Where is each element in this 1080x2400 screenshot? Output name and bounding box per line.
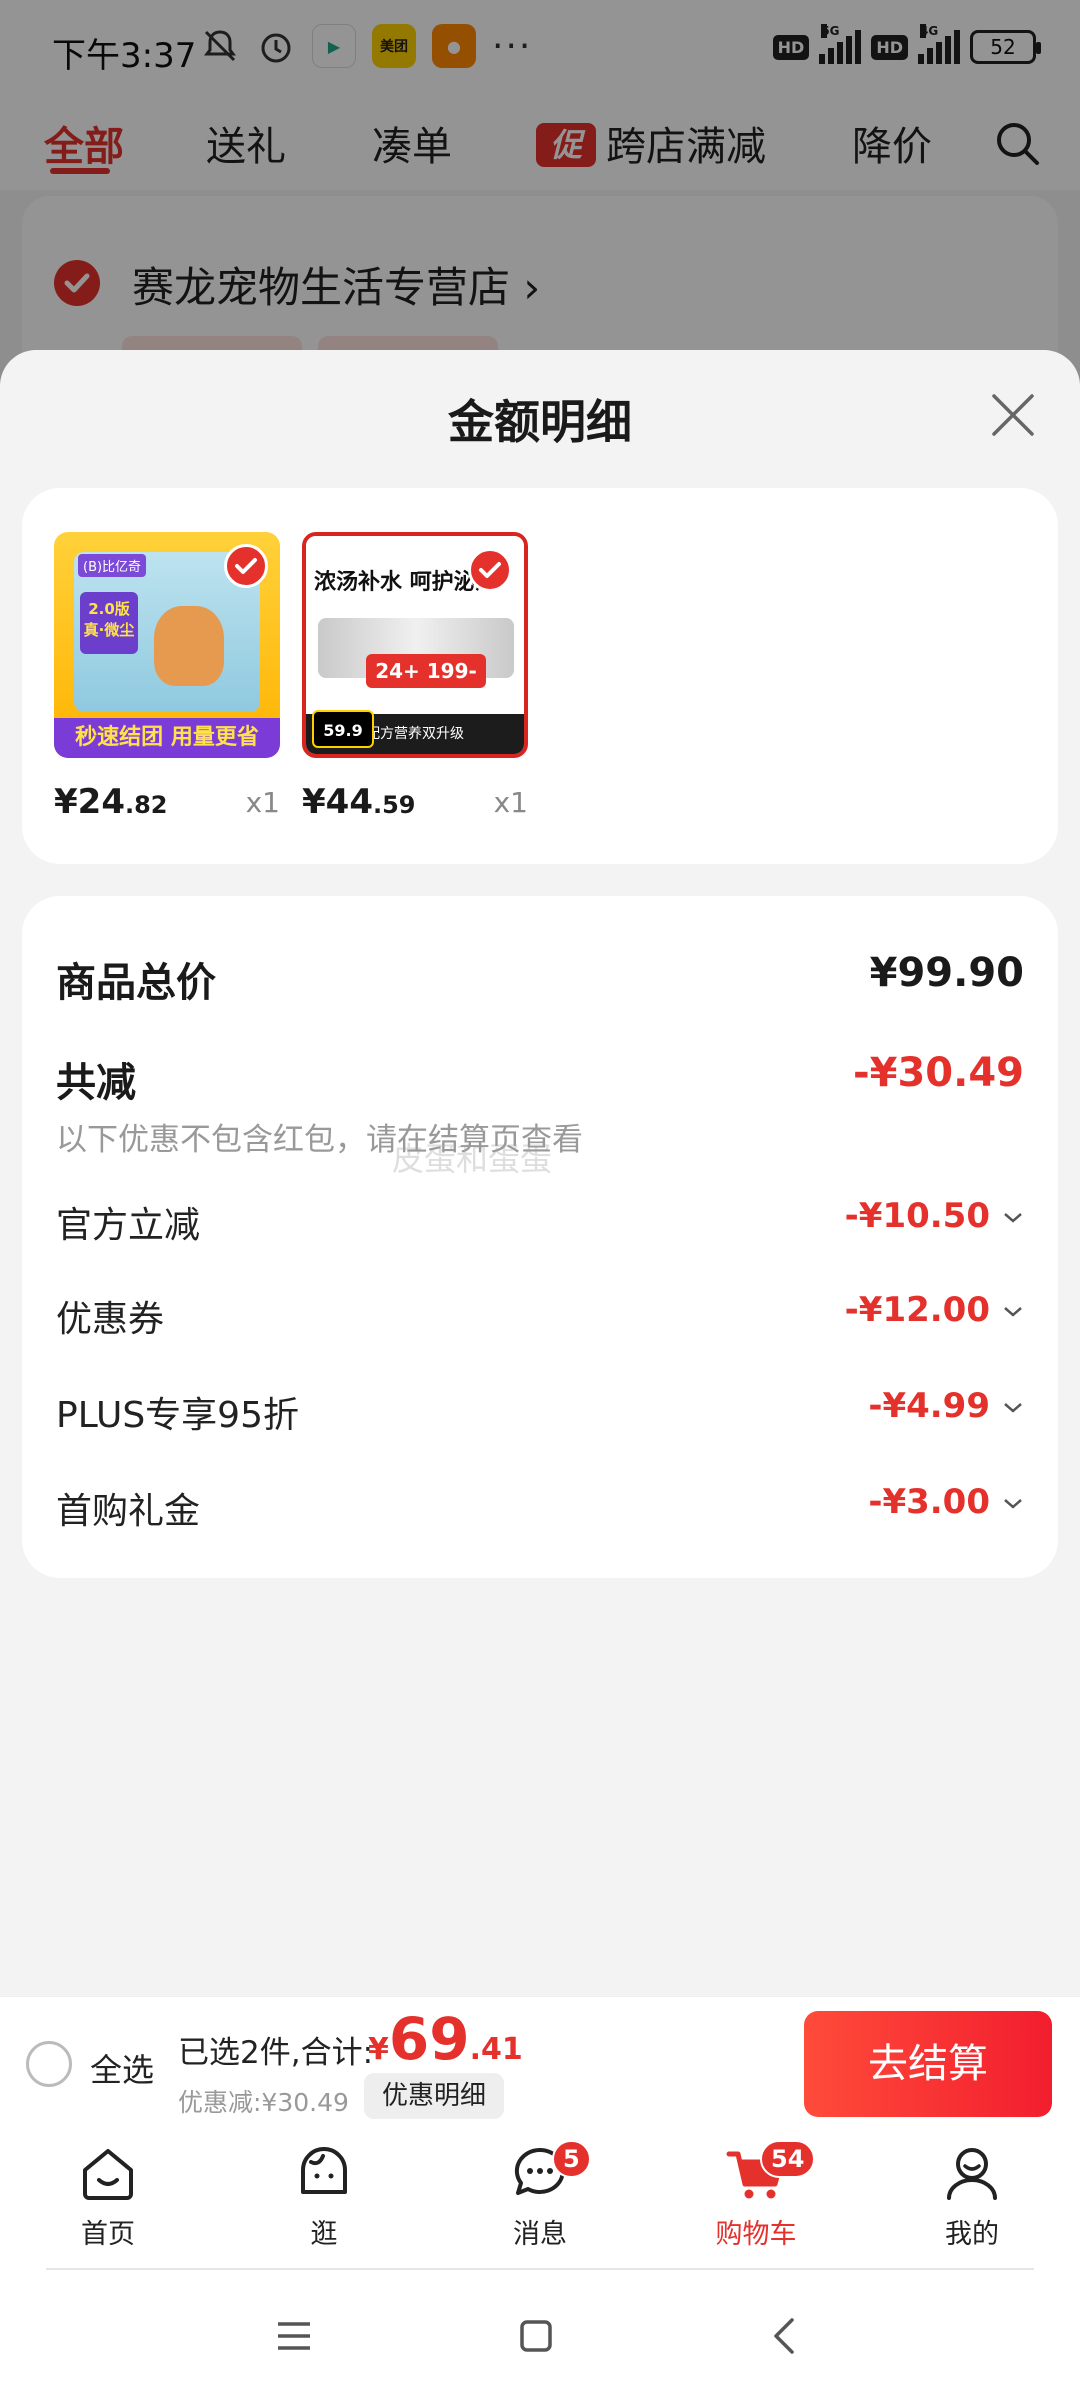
tab-label: 我的 [945, 2219, 999, 2250]
product-item[interactable]: (B)比亿奇 2.0版 真·微尘 秒速结团 用量更省 ¥24.82 x1 [54, 532, 280, 822]
total-decimal: .41 [469, 2032, 523, 2067]
check-icon [479, 562, 501, 578]
price-main: ¥24 [54, 782, 125, 822]
product-item[interactable]: 浓汤补水 呵护泌尿 24+ 199-20 配方营养双升级 59.9 ¥44.59… [302, 532, 528, 822]
brand-label: (B)比亿奇 [78, 554, 147, 577]
discount-row-official[interactable]: 官方立减 -¥10.50 [56, 1190, 1024, 1250]
back-icon[interactable] [764, 2314, 808, 2358]
discount-value: -¥12.00 [844, 1290, 990, 1330]
product-price: ¥44.59 [302, 782, 416, 822]
tab-cart[interactable]: 购物车 54 [686, 2140, 826, 2251]
check-icon [235, 558, 257, 574]
tab-home[interactable]: 首页 [38, 2142, 178, 2251]
cart-badge: 54 [760, 2140, 816, 2178]
product-quantity: x1 [245, 786, 280, 819]
tab-label: 首页 [81, 2219, 135, 2250]
select-all-label[interactable]: 全选 [90, 2045, 154, 2091]
discount-summary: 优惠减:¥30.49 [178, 2088, 349, 2117]
discount-label: 首购礼金 [56, 1491, 201, 1532]
screen: 下午3:37 ▶ 美团 ● ··· HD 5G HD 4G 52 全部 送礼 凑… [0, 0, 1080, 2400]
tab-label: 购物车 [715, 2219, 797, 2250]
sheet-title: 金额明细 [448, 395, 632, 449]
menu-icon[interactable] [272, 2314, 316, 2358]
checkout-button[interactable]: 去结算 [804, 2011, 1052, 2117]
discount-label: 官方立减 [56, 1205, 201, 1246]
tab-label: 消息 [513, 2219, 567, 2250]
product-selected-check [468, 548, 512, 592]
message-badge: 5 [552, 2140, 591, 2178]
total-currency: ¥ [368, 2032, 389, 2067]
discount-value: -¥4.99 [868, 1386, 990, 1426]
product-image-cat-litter: (B)比亿奇 2.0版 真·微尘 秒速结团 用量更省 [54, 532, 280, 758]
product-quantity: x1 [493, 786, 528, 819]
tab-label: 逛 [310, 2219, 338, 2250]
product-price: ¥24.82 [54, 782, 168, 822]
chevron-down-icon [1004, 1403, 1022, 1413]
product-selected-check [224, 544, 268, 588]
total-integer: 69 [388, 2005, 470, 2073]
price-cents: .59 [372, 791, 416, 819]
discount-label: 优惠券 [56, 1299, 165, 1340]
browse-icon [301, 2147, 347, 2194]
close-icon[interactable] [988, 390, 1038, 440]
chevron-down-icon [1004, 1307, 1022, 1317]
tab-browse[interactable]: 逛 [254, 2142, 394, 2251]
total-price-label: 商品总价 [56, 960, 216, 1006]
discount-label: PLUS专享95折 [56, 1395, 299, 1436]
amount-detail-sheet: 金额明细 (B)比亿奇 2.0版 真·微尘 秒速结团 用量更省 ¥24.82 x… [0, 350, 1080, 1996]
total-reduction-value: -¥30.49 [853, 1050, 1024, 1096]
discount-row-plus[interactable]: PLUS专享95折 -¥4.99 [56, 1380, 1024, 1440]
bottom-tab-bar: 首页 逛 消息 5 购物车 54 我的 [0, 2132, 1080, 2270]
version-label: 2.0版 真·微尘 [80, 592, 138, 654]
discount-value: -¥10.50 [844, 1196, 990, 1236]
discount-value: -¥3.00 [868, 1482, 990, 1522]
select-all-radio[interactable] [26, 2041, 72, 2087]
cat-illustration [154, 606, 224, 686]
chevron-down-icon [1004, 1213, 1022, 1223]
selected-count: 已选2件,合计: [178, 2035, 374, 2071]
product-thumbnails-card: (B)比亿奇 2.0版 真·微尘 秒速结团 用量更省 ¥24.82 x1 浓汤补 [22, 488, 1058, 864]
tab-profile[interactable]: 我的 [902, 2142, 1042, 2251]
total-amount: ¥69.41 [368, 2005, 523, 2073]
checkout-bar: 全选 已选2件,合计: ¥69.41 优惠减:¥30.49 优惠明细 去结算 [0, 1996, 1080, 2132]
price-main: ¥44 [302, 782, 373, 822]
price-cents: .82 [124, 791, 168, 819]
product-price-badge: 59.9 [312, 710, 374, 748]
price-summary-card: 商品总价 ¥99.90 共减 -¥30.49 以下优惠不包含红包，请在结算页查看… [22, 896, 1058, 1578]
discount-detail-button[interactable]: 优惠明细 [364, 2073, 505, 2119]
product-slogan: 秒速结团 用量更省 [54, 718, 280, 758]
watermark: 皮蛋和蛋蛋 [392, 1140, 553, 1178]
system-nav-bar [0, 2270, 1080, 2400]
total-price-value: ¥99.90 [869, 950, 1024, 996]
home-icon [83, 2149, 133, 2200]
profile-icon [947, 2148, 997, 2200]
discount-row-first-purchase[interactable]: 首购礼金 -¥3.00 [56, 1476, 1024, 1536]
total-reduction-row: 共减 -¥30.49 [56, 1044, 1024, 1106]
total-price-row: 商品总价 ¥99.90 [56, 944, 1024, 1006]
discount-row-coupon[interactable]: 优惠券 -¥12.00 [56, 1284, 1024, 1344]
chevron-down-icon [1004, 1499, 1022, 1509]
tab-messages[interactable]: 消息 5 [470, 2140, 610, 2251]
product-image-cat-food: 浓汤补水 呵护泌尿 24+ 199-20 配方营养双升级 59.9 [302, 532, 528, 758]
total-reduction-label: 共减 [56, 1060, 136, 1106]
product-deal-tag: 24+ 199-20 [366, 654, 486, 717]
home-button-icon[interactable] [514, 2314, 558, 2358]
